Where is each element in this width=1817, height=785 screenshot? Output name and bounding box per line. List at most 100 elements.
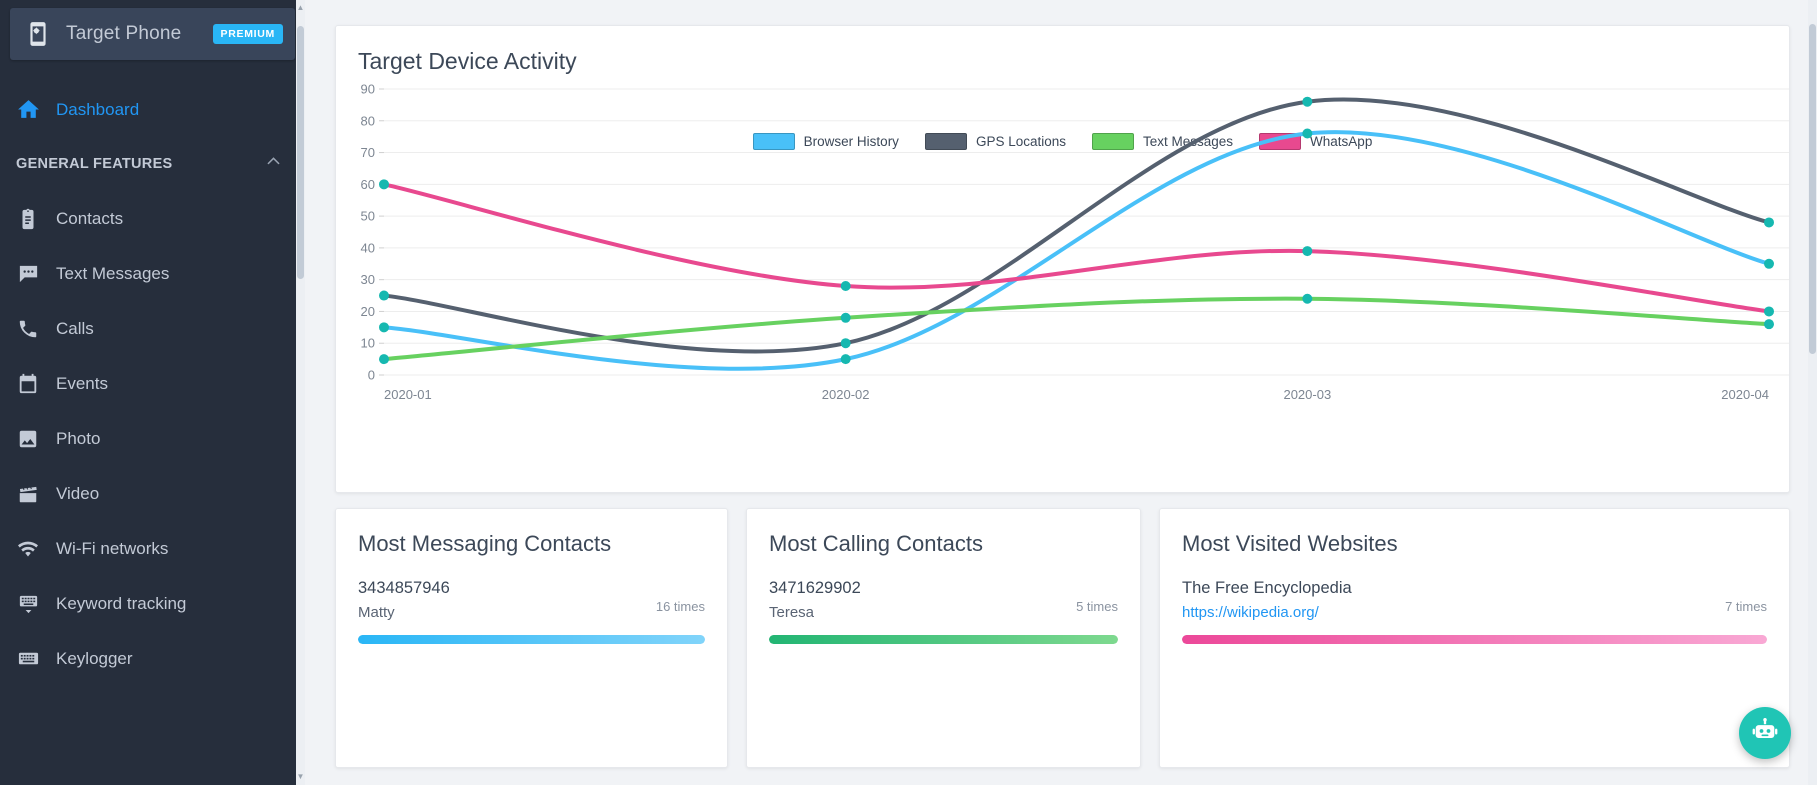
sidebar-scrollbar-thumb[interactable] xyxy=(297,26,304,279)
sidebar-scroll-area: Target Phone PREMIUM Dashboard GENERAL F… xyxy=(0,0,305,785)
contact-name: Teresa xyxy=(769,604,815,621)
sidebar-item-contacts[interactable]: Contacts xyxy=(0,191,305,246)
data-point[interactable] xyxy=(1764,319,1774,330)
sidebar-item-keyword-tracking[interactable]: Keyword tracking xyxy=(0,576,305,631)
activity-chart-card: Target Device Activity Browser History GP… xyxy=(335,25,1790,493)
y-axis-tick-label: 80 xyxy=(361,113,375,128)
contact-name: Matty xyxy=(358,604,395,621)
sidebar-item-label: Text Messages xyxy=(56,263,170,283)
contact-number: 3434857946 xyxy=(358,579,450,597)
progress-track xyxy=(769,635,1118,644)
sidebar-item-label: Keylogger xyxy=(56,648,133,668)
data-point[interactable] xyxy=(1302,246,1313,257)
clapperboard-icon xyxy=(0,483,56,505)
sidebar-section-label: GENERAL FEATURES xyxy=(16,156,173,172)
website-url-link[interactable]: https://wikipedia.org/ xyxy=(1182,604,1767,621)
brand-title: Target Phone xyxy=(66,23,182,44)
series-line xyxy=(382,97,1771,354)
sidebar-item-keylogger[interactable]: Keylogger xyxy=(0,631,305,686)
progress-track xyxy=(358,635,705,644)
sidebar-item-wifi-networks[interactable]: Wi-Fi networks xyxy=(0,521,305,576)
series-line xyxy=(382,296,1771,362)
sidebar-item-label: Keyword tracking xyxy=(56,593,187,613)
wifi-icon xyxy=(0,537,56,561)
main-scrollbar-thumb[interactable] xyxy=(1809,24,1816,354)
phone-settings-icon xyxy=(10,21,66,47)
most-visited-websites-card: Most Visited Websites The Free Encyclope… xyxy=(1159,508,1790,768)
sidebar-item-photo[interactable]: Photo xyxy=(0,411,305,466)
sidebar-item-label: Calls xyxy=(56,318,94,338)
data-point[interactable] xyxy=(1302,96,1313,107)
website-title: The Free Encyclopedia xyxy=(1182,579,1352,597)
main-content: Target Device Activity Browser History GP… xyxy=(305,0,1817,785)
card-title: Most Visited Websites xyxy=(1182,531,1398,556)
data-point[interactable] xyxy=(379,322,389,333)
progress-fill xyxy=(358,635,705,644)
sidebar-section-general-features[interactable]: GENERAL FEATURES xyxy=(0,137,305,191)
data-point[interactable] xyxy=(379,290,389,301)
sidebar-item-label: Dashboard xyxy=(56,99,140,119)
x-axis-tick-label: 2020-03 xyxy=(1283,387,1331,402)
data-point[interactable] xyxy=(840,312,851,323)
sidebar-item-label: Wi-Fi networks xyxy=(56,538,169,558)
x-axis-tick-label: 2020-04 xyxy=(1721,387,1769,402)
most-calling-contacts-card: Most Calling Contacts 3471629902 Teresa … xyxy=(746,508,1141,768)
image-icon xyxy=(0,428,56,450)
scroll-up-arrow-icon[interactable]: ▲ xyxy=(296,2,305,14)
data-point[interactable] xyxy=(379,354,389,365)
data-point[interactable] xyxy=(1764,217,1774,228)
y-axis-tick-label: 30 xyxy=(361,272,375,287)
list-item[interactable]: The Free Encyclopedia https://wikipedia.… xyxy=(1160,557,1789,621)
list-item[interactable]: 3471629902 Teresa 5 times xyxy=(747,557,1140,621)
data-point[interactable] xyxy=(1764,306,1774,317)
premium-badge: PREMIUM xyxy=(212,24,283,44)
list-item[interactable]: 3434857946 Matty 16 times xyxy=(336,557,727,621)
x-axis-tick-label: 2020-01 xyxy=(384,387,432,402)
data-point[interactable] xyxy=(1302,293,1313,304)
calendar-icon xyxy=(0,373,56,395)
sidebar-item-label: Photo xyxy=(56,428,101,448)
sidebar-item-label: Video xyxy=(56,483,100,503)
sidebar-item-video[interactable]: Video xyxy=(0,466,305,521)
y-axis-tick-label: 70 xyxy=(361,145,375,160)
sidebar-item-dashboard[interactable]: Dashboard xyxy=(0,82,305,137)
chart-area: Browser History GPS Locations Text Message… xyxy=(336,75,1789,455)
sidebar: Target Phone PREMIUM Dashboard GENERAL F… xyxy=(0,0,305,785)
keyboard-icon xyxy=(0,647,56,670)
card-title: Most Calling Contacts xyxy=(769,531,983,556)
brand-header[interactable]: Target Phone PREMIUM xyxy=(10,8,295,60)
main-scrollbar[interactable] xyxy=(1808,0,1817,785)
sidebar-scrollbar[interactable]: ▲ ▼ xyxy=(296,0,305,785)
card-title: Most Messaging Contacts xyxy=(358,531,612,556)
home-icon xyxy=(0,97,56,122)
data-point[interactable] xyxy=(1764,258,1774,269)
sidebar-item-events[interactable]: Events xyxy=(0,356,305,411)
y-axis-tick-label: 40 xyxy=(361,240,375,255)
data-point[interactable] xyxy=(840,281,851,292)
contact-number: 3471629902 xyxy=(769,579,861,597)
y-axis-tick-label: 90 xyxy=(361,82,375,97)
data-point[interactable] xyxy=(840,354,851,365)
y-axis-tick-label: 50 xyxy=(361,209,375,224)
y-axis-tick-label: 0 xyxy=(368,368,375,383)
times-count: 16 times xyxy=(655,599,705,614)
page-title: Target Device Activity xyxy=(358,48,577,74)
sidebar-item-text-messages[interactable]: Text Messages xyxy=(0,246,305,301)
message-bubble-icon xyxy=(0,262,56,285)
data-point[interactable] xyxy=(379,179,389,190)
chat-support-button[interactable] xyxy=(1739,707,1791,759)
times-count: 5 times xyxy=(1076,599,1118,614)
times-count: 7 times xyxy=(1725,599,1767,614)
y-axis-tick-label: 20 xyxy=(361,304,375,319)
keyboard-down-icon xyxy=(0,592,56,615)
data-point[interactable] xyxy=(840,338,851,349)
scroll-down-arrow-icon[interactable]: ▼ xyxy=(296,771,305,783)
data-point[interactable] xyxy=(1302,128,1313,139)
x-axis-tick-label: 2020-02 xyxy=(822,387,870,402)
sidebar-item-label: Events xyxy=(56,373,108,393)
sidebar-item-calls[interactable]: Calls xyxy=(0,301,305,356)
chevron-up-icon xyxy=(264,152,283,176)
contacts-clipboard-icon xyxy=(0,208,56,230)
progress-fill xyxy=(1182,635,1767,644)
phone-handset-icon xyxy=(0,318,56,340)
